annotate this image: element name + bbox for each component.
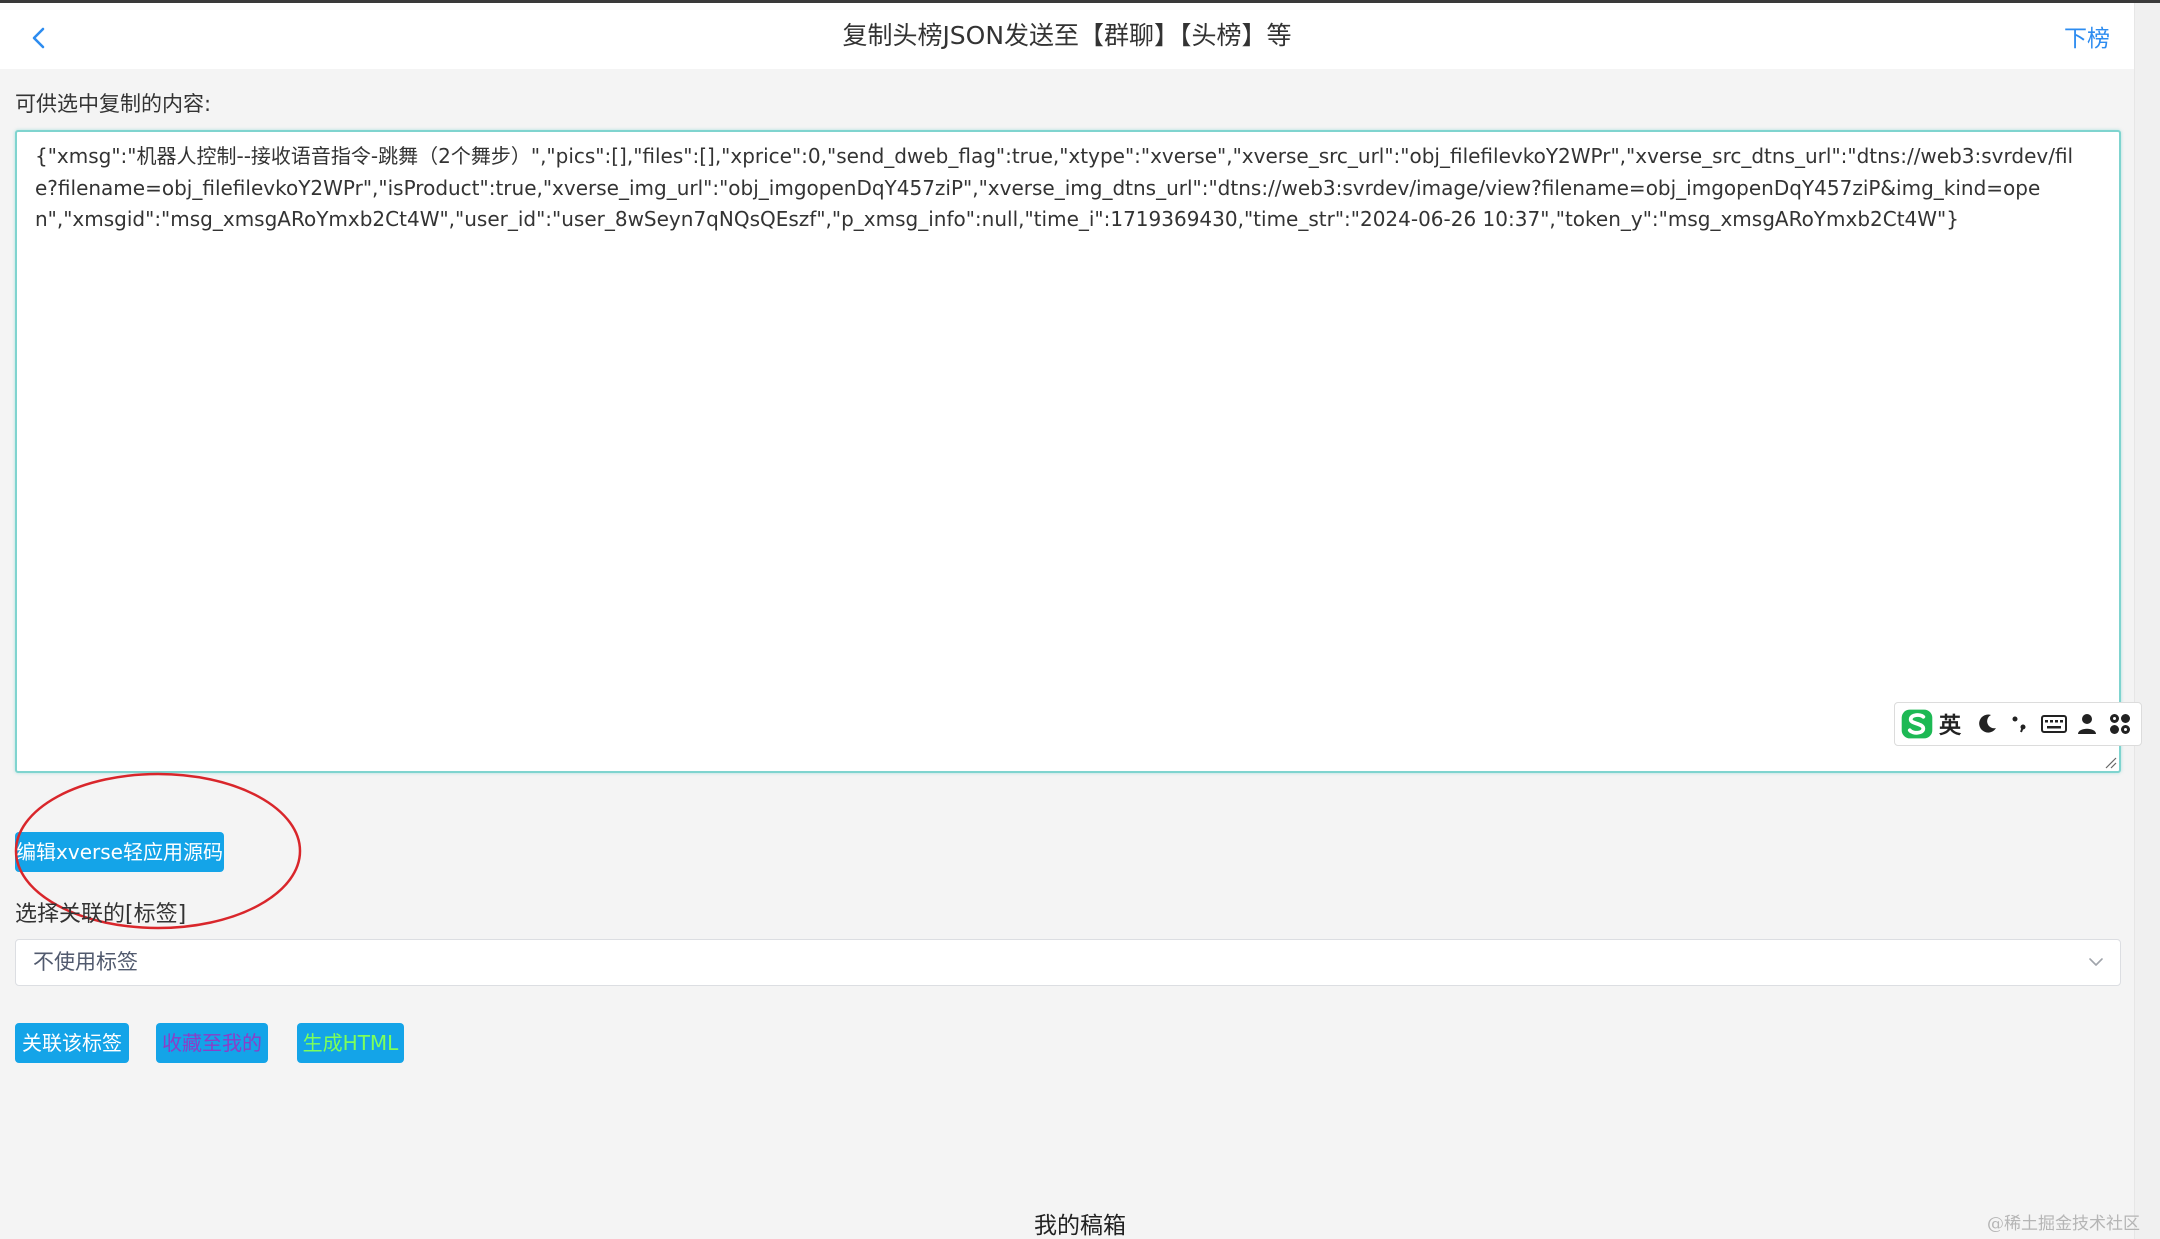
json-content-text[interactable]: {"xmsg":"机器人控制--接收语音指令-跳舞（2个舞步）","pics":… [35, 141, 2075, 236]
page-scrollbar[interactable] [2134, 3, 2160, 1239]
generate-html-button[interactable]: 生成HTML [297, 1023, 404, 1063]
tag-select[interactable]: 不使用标签 [15, 939, 2121, 986]
tag-select-value: 不使用标签 [33, 950, 138, 974]
header-bar: 复制头榜JSON发送至【群聊】【头榜】等 下榜 [0, 3, 2134, 69]
chevron-down-icon [2089, 958, 2103, 966]
edit-xverse-source-button[interactable]: 编辑xverse轻应用源码 [15, 832, 224, 872]
watermark: @稀土掘金技术社区 [1987, 1214, 2140, 1234]
collect-to-mine-button[interactable]: 收藏至我的 [156, 1023, 268, 1063]
punctuation-icon[interactable] [2007, 710, 2032, 738]
resize-handle-icon[interactable] [2103, 755, 2117, 769]
unpin-button[interactable]: 下榜 [2064, 23, 2110, 55]
link-tag-button[interactable]: 关联该标签 [15, 1023, 129, 1063]
grid-menu-icon[interactable] [2108, 710, 2133, 738]
moon-icon[interactable] [1974, 710, 1999, 738]
sogou-logo-icon[interactable] [1899, 704, 1935, 744]
drafts-section-title: 我的稿箱 [1034, 1213, 1126, 1239]
page-title: 复制头榜JSON发送至【群聊】【头榜】等 [842, 21, 1292, 50]
ime-language-toggle[interactable]: 英 [1939, 708, 1964, 740]
copyable-content-label: 可供选中复制的内容: [15, 92, 212, 116]
page: 复制头榜JSON发送至【群聊】【头榜】等 下榜 可供选中复制的内容: {"xms… [0, 0, 2160, 1239]
json-content-textarea[interactable]: {"xmsg":"机器人控制--接收语音指令-跳舞（2个舞步）","pics":… [15, 130, 2121, 773]
user-icon[interactable] [2075, 710, 2100, 738]
tag-select-label: 选择关联的[标签] [15, 902, 187, 927]
keyboard-icon[interactable] [2040, 710, 2067, 738]
ime-toolbar[interactable]: 英 [1894, 702, 2142, 746]
